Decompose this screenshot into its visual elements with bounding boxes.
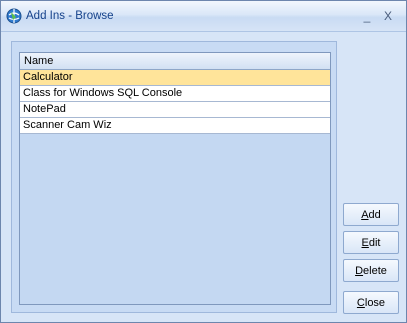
row-label: NotePad bbox=[23, 103, 66, 115]
content-panel: Name Calculator Class for Windows SQL Co… bbox=[11, 41, 337, 313]
row-label: Calculator bbox=[23, 71, 73, 83]
close-label-rest: lose bbox=[364, 297, 386, 309]
add-ins-globe-icon bbox=[6, 8, 22, 24]
close-mnemonic: C bbox=[356, 297, 365, 309]
table-row[interactable]: Scanner Cam Wiz bbox=[20, 118, 330, 134]
add-button[interactable]: Add bbox=[343, 203, 399, 226]
window-title: Add Ins - Browse bbox=[26, 10, 114, 22]
title-bar[interactable]: Add Ins - Browse _ X bbox=[1, 1, 406, 32]
add-label-rest: dd bbox=[368, 209, 381, 221]
close-window-button[interactable]: X bbox=[381, 9, 395, 23]
delete-mnemonic: D bbox=[355, 265, 364, 277]
table-row[interactable]: Class for Windows SQL Console bbox=[20, 86, 330, 102]
row-label: Class for Windows SQL Console bbox=[23, 87, 183, 99]
column-header-name[interactable]: Name bbox=[20, 53, 330, 70]
edit-label-rest: dit bbox=[368, 237, 381, 249]
delete-label-rest: elete bbox=[363, 265, 387, 277]
edit-button[interactable]: Edit bbox=[343, 231, 399, 254]
table-row[interactable]: NotePad bbox=[20, 102, 330, 118]
add-mnemonic: A bbox=[361, 209, 369, 221]
add-ins-grid[interactable]: Name Calculator Class for Windows SQL Co… bbox=[19, 52, 331, 305]
table-row[interactable]: Calculator bbox=[20, 70, 330, 86]
close-button[interactable]: Close bbox=[343, 291, 399, 314]
column-header-label: Name bbox=[24, 55, 54, 67]
edit-mnemonic: E bbox=[361, 237, 369, 249]
row-label: Scanner Cam Wiz bbox=[23, 119, 112, 131]
delete-button[interactable]: Delete bbox=[343, 259, 399, 282]
add-ins-browse-window: Add Ins - Browse _ X Name Calculator Cla… bbox=[0, 0, 407, 323]
minimize-button[interactable]: _ bbox=[360, 9, 374, 23]
